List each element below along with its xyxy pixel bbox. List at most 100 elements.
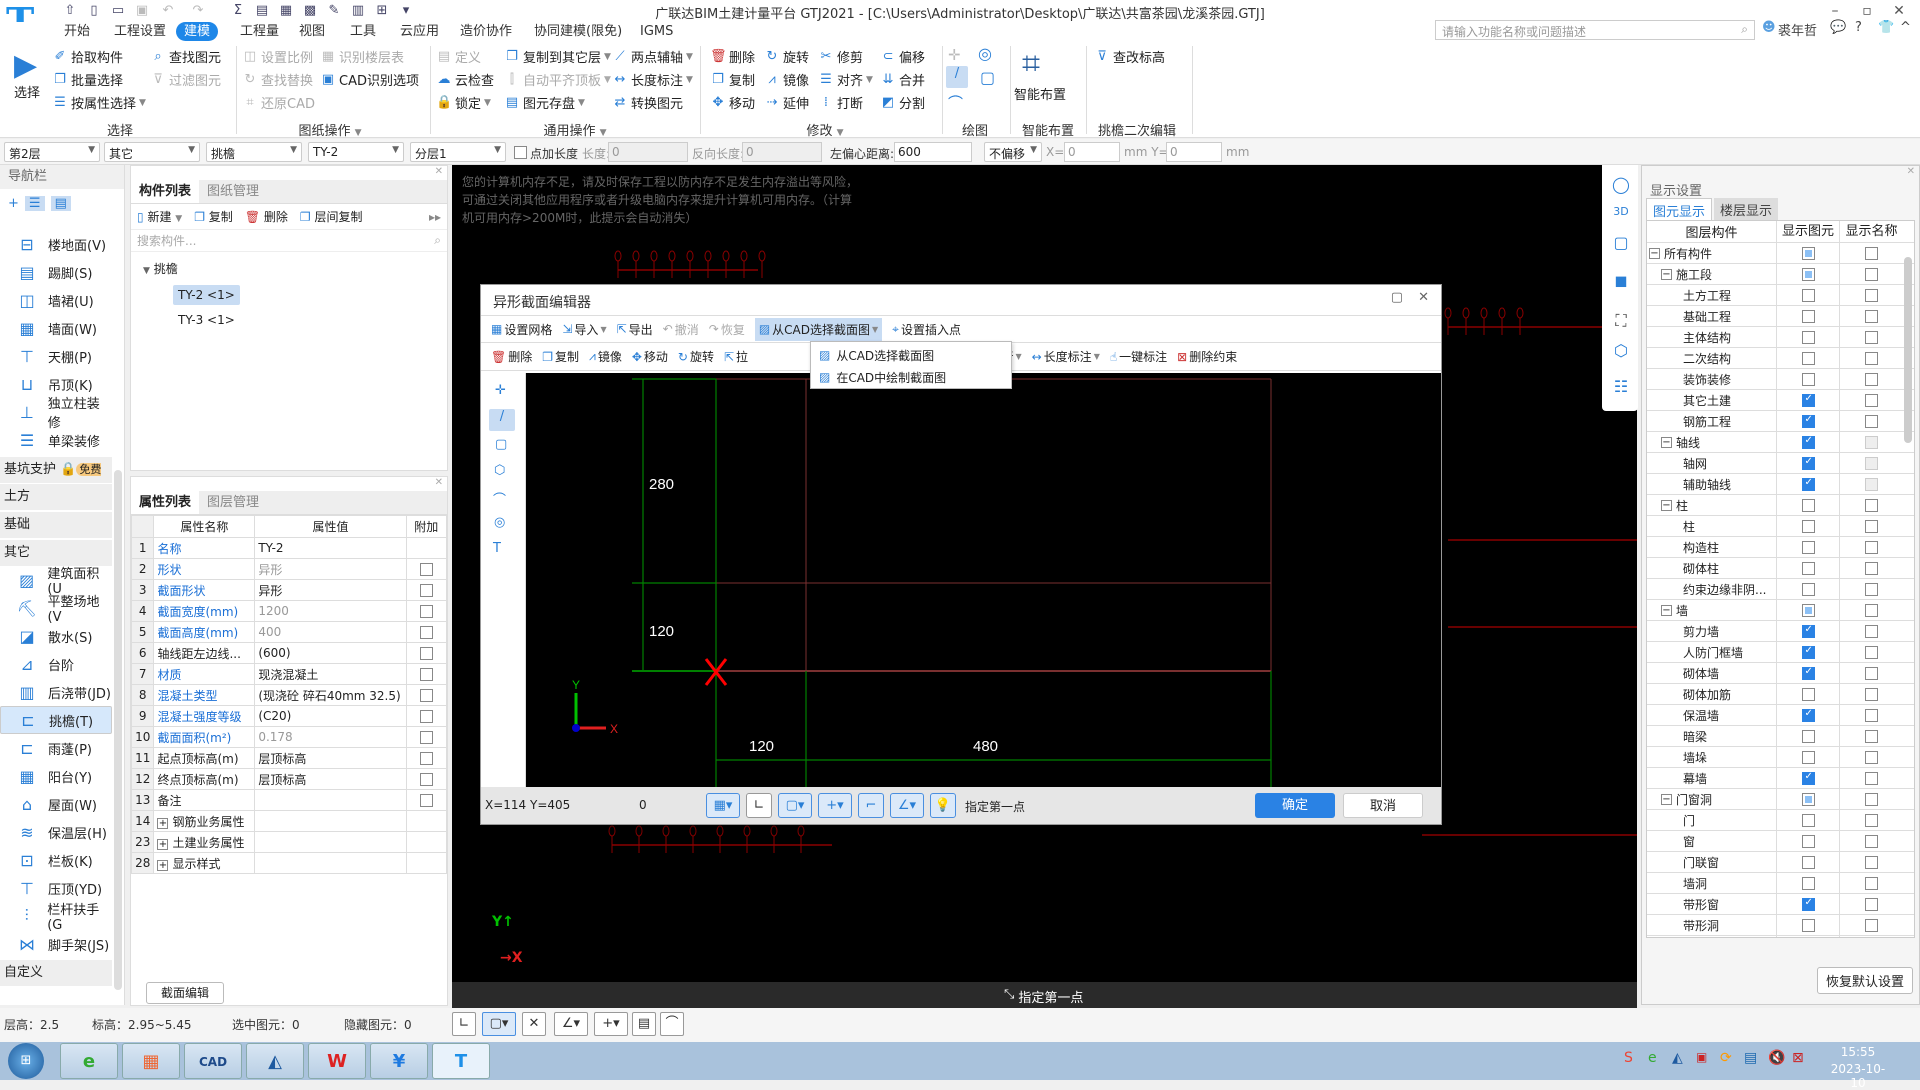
taskbar-ie-icon[interactable]: e [60, 1043, 118, 1079]
nav-category-foundation[interactable]: 基础 [0, 512, 112, 538]
cancel-button[interactable]: 取消 [1343, 793, 1423, 818]
nav-item[interactable]: ◫ 墙裙(U) [0, 286, 112, 314]
show-element-checkbox[interactable] [1801, 793, 1815, 806]
nav-item[interactable]: ▦ 阳台(Y) [0, 762, 112, 790]
fullscreen-icon[interactable]: ⛶ [1610, 311, 1632, 333]
polygon-tool-icon[interactable]: ⬡ [494, 463, 505, 478]
nav-item[interactable]: ⊤ 天棚(P) [0, 342, 112, 370]
property-row[interactable]: 12 终点顶标高(m) 层顶标高 [130, 768, 448, 790]
point-icon[interactable]: ✛ [948, 46, 961, 64]
nav-item[interactable]: ▨ 建筑面积(U [0, 566, 112, 597]
property-value[interactable] [254, 831, 407, 853]
copy-component-button[interactable]: ❐ 复制 [194, 208, 233, 225]
find-element-button[interactable]: ⌕ 查找图元 [150, 47, 221, 66]
show-name-checkbox[interactable] [1865, 331, 1878, 344]
expand-icon[interactable]: + [157, 859, 169, 871]
customize-qa-icon[interactable]: ▾ [398, 3, 414, 19]
dlg-delete-button[interactable]: 🗑 删除 [491, 348, 532, 365]
cube-icon[interactable]: ▢ [1610, 233, 1632, 255]
define-button[interactable]: ▤ 定义 [436, 47, 481, 66]
show-name-checkbox[interactable] [1865, 667, 1878, 680]
identify-floor-table-button[interactable]: ▦ 识别楼层表 [320, 47, 404, 66]
display-settings-icon[interactable]: ☷ [1610, 377, 1632, 399]
show-element-checkbox[interactable] [1801, 919, 1815, 932]
tab-floor-display[interactable]: 楼层显示 [1714, 198, 1779, 220]
show-element-checkbox[interactable] [1801, 435, 1815, 449]
detail-view-icon[interactable]: ▤ [50, 195, 71, 211]
dlg-auto-dim-button[interactable]: ☝ 一键标注 [1110, 348, 1167, 365]
tab-quantities[interactable]: 工程量 [232, 22, 287, 41]
tray-cc4-icon[interactable]: ▣ [1696, 1050, 1707, 1064]
circle-icon[interactable]: ◎ [978, 44, 992, 63]
cloud-upload-icon[interactable]: ⇧ [62, 3, 78, 19]
nav-item[interactable]: ⊤ 压顶(YD) [0, 874, 112, 902]
move-button[interactable]: ✥ 移动 [710, 93, 755, 112]
tab-project-settings[interactable]: 工程设置 [106, 22, 174, 41]
nav-item[interactable]: ⌂ 屋面(W) [0, 790, 112, 818]
text-tool-icon[interactable]: T [493, 541, 501, 556]
show-name-checkbox[interactable] [1865, 394, 1878, 407]
close-icon[interactable]: ✕ [1642, 166, 1919, 180]
new-component-button[interactable]: ▯ 新建 ▼ [137, 208, 182, 225]
property-row[interactable]: 2 形状 异形 [130, 558, 448, 580]
nav-category-custom[interactable]: 自定义 [0, 960, 112, 986]
property-value[interactable] [254, 810, 407, 832]
snap-toggle[interactable]: ▢▾ [778, 793, 812, 818]
snap-toggle-icon[interactable]: ▢▾ [482, 1012, 516, 1036]
nav-item[interactable]: ⫶ 栏杆扶手(G [0, 902, 112, 933]
property-row[interactable]: 11 起点顶标高(m) 层顶标高 [130, 747, 448, 769]
group-label-modify[interactable]: 修改 ▼ [790, 120, 860, 139]
3d-view-icon[interactable]: 3D [1610, 205, 1632, 227]
show-name-checkbox[interactable] [1865, 373, 1878, 386]
property-row[interactable]: 23 + 土建业务属性 [130, 831, 448, 853]
extra-checkbox[interactable] [419, 752, 433, 765]
property-row[interactable]: 8 混凝土类型 (现浇砼 碎石40mm 32.5) [130, 684, 448, 706]
cross-icon[interactable]: ✕ [522, 1012, 546, 1036]
split-button[interactable]: ◩ 分割 [880, 93, 925, 112]
type-select[interactable]: 挑檐 ▼ [206, 142, 302, 162]
tray-ie-icon[interactable]: e [1648, 1050, 1657, 1066]
taskbar-pricing-icon[interactable]: ¥ [370, 1043, 428, 1079]
x-offset-input[interactable]: 0 [1064, 142, 1120, 162]
show-element-checkbox[interactable] [1801, 289, 1815, 302]
extra-checkbox[interactable] [419, 626, 433, 639]
nav-item[interactable]: ◪ 散水(S) [0, 622, 112, 650]
cloud-check-button[interactable]: ☁ 云检查 [436, 70, 495, 89]
show-element-checkbox[interactable] [1801, 310, 1815, 323]
tray-gld-icon[interactable]: ◭ [1672, 1050, 1683, 1066]
property-value[interactable]: (600) [254, 642, 407, 664]
add-icon[interactable]: + [8, 196, 19, 211]
undo-button[interactable]: ↶ 撤消 [663, 321, 699, 338]
nav-pit-support[interactable]: 基坑支护 🔒免费试用 [0, 457, 112, 502]
rectangle-icon[interactable]: ▢ [980, 68, 995, 87]
tree-group-eave[interactable]: ▼ 挑檐 [143, 260, 447, 277]
edit-elevation-button[interactable]: ⊽ 查改标高 [1094, 47, 1165, 66]
extra-checkbox[interactable] [419, 731, 433, 744]
property-value[interactable] [254, 789, 407, 811]
trim-button[interactable]: ✂ 修剪 [818, 47, 863, 66]
show-element-checkbox[interactable] [1801, 331, 1815, 344]
collapse-icon[interactable]: − [1661, 436, 1672, 448]
show-name-checkbox[interactable] [1865, 856, 1878, 869]
group-label-drawing[interactable]: 图纸操作 ▼ [290, 120, 370, 139]
select-arrow-icon[interactable]: ▶ [14, 48, 37, 83]
show-name-checkbox[interactable] [1865, 520, 1878, 533]
property-row[interactable]: 9 混凝土强度等级 (C20) [130, 705, 448, 727]
show-name-checkbox[interactable] [1865, 835, 1878, 848]
show-name-checkbox[interactable] [1865, 646, 1878, 659]
show-element-checkbox[interactable] [1801, 456, 1815, 470]
show-name-checkbox[interactable] [1865, 247, 1878, 260]
property-value[interactable]: (现浇砼 碎石40mm 32.5) [254, 684, 407, 706]
show-name-checkbox[interactable] [1865, 541, 1878, 554]
expand-icon[interactable]: + [157, 838, 169, 850]
show-name-checkbox[interactable] [1865, 352, 1878, 365]
redo-button[interactable]: ↷ 恢复 [709, 321, 745, 338]
tray-sogou-icon[interactable]: S [1624, 1050, 1633, 1066]
show-name-checkbox[interactable] [1865, 478, 1878, 491]
view-box-icon[interactable]: ⬡ [1610, 341, 1632, 363]
show-name-checkbox[interactable] [1865, 562, 1878, 575]
point-tool-icon[interactable]: ✛ [495, 383, 506, 398]
length-input[interactable]: 0 [608, 142, 688, 162]
show-element-checkbox[interactable] [1801, 771, 1815, 785]
show-name-checkbox[interactable] [1865, 457, 1878, 470]
